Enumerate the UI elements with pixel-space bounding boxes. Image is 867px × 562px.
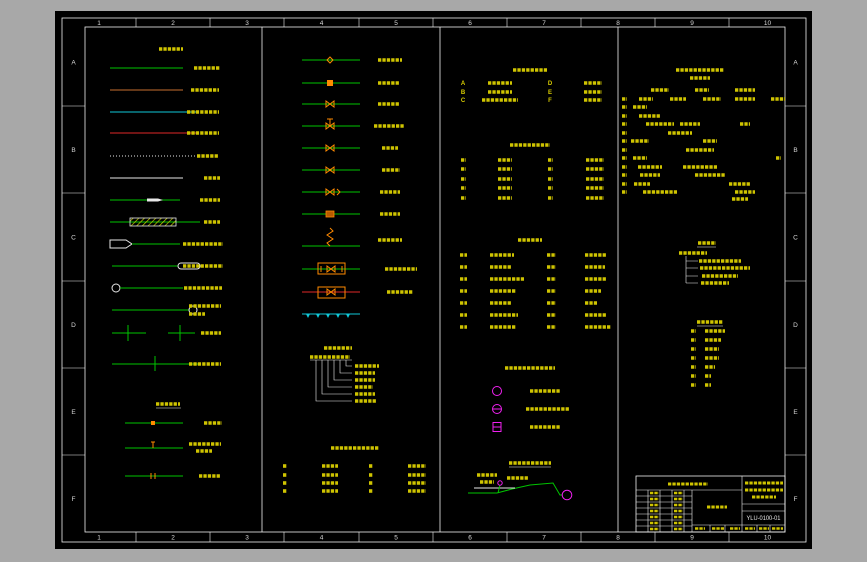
- cad-drawing-viewport[interactable]: 1122334455667788991010AABBCCDDEEFF: [0, 0, 867, 562]
- grid-row-label-right: C: [793, 234, 798, 241]
- material-code: D: [548, 81, 553, 87]
- grid-column-label-top: 3: [245, 20, 249, 27]
- grid-column-label-top: 10: [764, 20, 772, 27]
- grid-row-label-right: A: [793, 59, 798, 66]
- grid-column-label-bottom: 1: [97, 535, 101, 542]
- grid-row-label-right: B: [793, 147, 797, 154]
- grid-column-label-top: 1: [97, 20, 101, 27]
- material-code: E: [548, 90, 552, 96]
- grid-row-label-right: F: [794, 496, 798, 503]
- grid-row-label-left: B: [71, 147, 75, 154]
- grid-column-label-bottom: 3: [245, 535, 249, 542]
- material-code: F: [548, 98, 552, 104]
- grid-column-label-bottom: 10: [764, 535, 772, 542]
- grid-column-label-bottom: 2: [171, 535, 175, 542]
- grid-row-label-right: E: [793, 409, 798, 416]
- grid-column-label-top: 6: [468, 20, 472, 27]
- grid-column-label-bottom: 5: [394, 535, 398, 542]
- grid-column-label-bottom: 7: [542, 535, 546, 542]
- grid-column-label-top: 2: [171, 20, 175, 27]
- grid-column-label-top: 4: [320, 20, 324, 27]
- grid-row-label-left: A: [71, 59, 76, 66]
- grid-column-label-top: 8: [616, 20, 620, 27]
- grid-column-label-bottom: 8: [616, 535, 620, 542]
- grid-column-label-bottom: 9: [690, 535, 694, 542]
- material-code: A: [461, 81, 466, 87]
- drawing-sheet: [55, 11, 812, 549]
- grid-row-label-left: C: [71, 234, 76, 241]
- material-code: C: [461, 98, 466, 104]
- material-code: B: [461, 90, 466, 96]
- grid-row-label-left: F: [72, 496, 76, 503]
- drawing-number: YLU-0100-01: [747, 516, 782, 522]
- grid-column-label-bottom: 4: [320, 535, 324, 542]
- grid-row-label-left: E: [71, 409, 76, 416]
- grid-row-label-right: D: [793, 322, 798, 329]
- grid-column-label-bottom: 6: [468, 535, 472, 542]
- grid-column-label-top: 7: [542, 20, 546, 27]
- grid-row-label-left: D: [71, 322, 76, 329]
- grid-column-label-top: 9: [690, 20, 694, 27]
- grid-column-label-top: 5: [394, 20, 398, 27]
